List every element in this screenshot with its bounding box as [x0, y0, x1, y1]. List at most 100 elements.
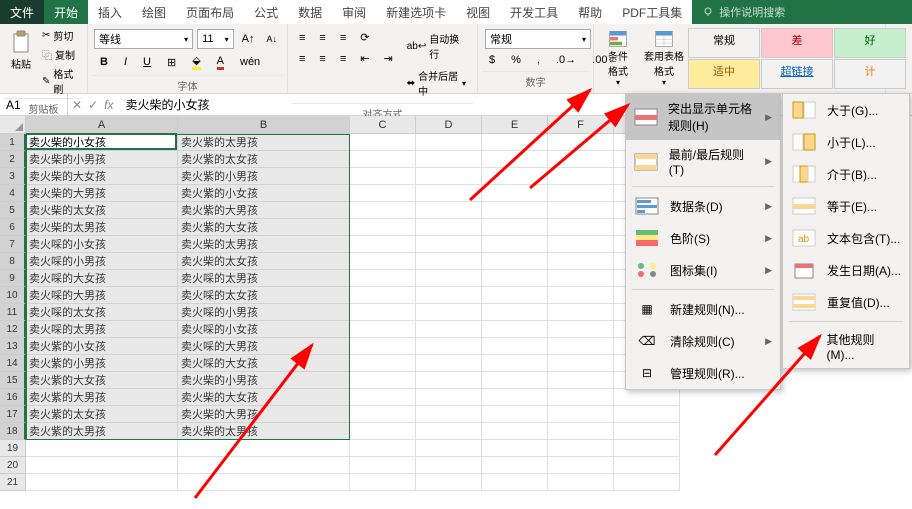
cell[interactable]	[416, 304, 482, 321]
cell[interactable]: 卖火柴的太男孩	[178, 236, 350, 253]
cell[interactable]	[548, 355, 614, 372]
cell[interactable]: 卖火啋的小男孩	[178, 304, 350, 321]
cell[interactable]	[482, 406, 548, 423]
cell[interactable]	[350, 355, 416, 372]
cell[interactable]	[482, 185, 548, 202]
cell[interactable]	[416, 168, 482, 185]
tab-data[interactable]: 数据	[288, 0, 332, 24]
cell[interactable]: 卖火啋的大女孩	[178, 355, 350, 372]
cell[interactable]	[614, 440, 680, 457]
column-header-A[interactable]: A	[26, 116, 178, 134]
row-header[interactable]: 20	[0, 457, 26, 474]
increase-font-button[interactable]: A↑	[238, 31, 259, 47]
underline-button[interactable]: U	[139, 54, 155, 70]
cell[interactable]	[178, 440, 350, 457]
insert-function-button[interactable]: fx	[104, 98, 113, 112]
format-as-table-button[interactable]: 套用表格格式▾	[638, 26, 690, 91]
cell[interactable]	[416, 287, 482, 304]
cell[interactable]	[350, 440, 416, 457]
phonetic-button[interactable]: wén	[236, 54, 264, 70]
bold-button[interactable]: B	[96, 54, 112, 70]
tab-review[interactable]: 审阅	[332, 0, 376, 24]
cell[interactable]: 卖火紫的太男孩	[178, 134, 350, 151]
menu-color-scales[interactable]: 色阶(S)▶	[626, 222, 780, 254]
tell-me-search[interactable]: 操作说明搜索	[692, 0, 912, 24]
cell[interactable]	[350, 151, 416, 168]
row-header[interactable]: 12	[0, 321, 26, 338]
cell[interactable]	[548, 321, 614, 338]
submenu-duplicate-values[interactable]: 重复值(D)...	[783, 286, 909, 318]
menu-data-bars[interactable]: 数据条(D)▶	[626, 190, 780, 222]
cell[interactable]	[350, 423, 416, 440]
row-header[interactable]: 9	[0, 270, 26, 287]
cell[interactable]: 卖火紫的太女孩	[178, 151, 350, 168]
cell[interactable]	[482, 474, 548, 491]
fill-color-button[interactable]: ⬙	[188, 52, 204, 72]
cell[interactable]	[482, 423, 548, 440]
style-bad[interactable]: 差	[761, 28, 833, 58]
cell[interactable]	[614, 423, 680, 440]
tab-formulas[interactable]: 公式	[244, 0, 288, 24]
row-header[interactable]: 14	[0, 355, 26, 372]
submenu-between[interactable]: 介于(B)...	[783, 158, 909, 190]
submenu-text-contains[interactable]: ab 文本包含(T)...	[783, 222, 909, 254]
row-header[interactable]: 4	[0, 185, 26, 202]
paste-button[interactable]: 粘贴	[4, 26, 38, 98]
wrap-text-button[interactable]: ab↩自动换行	[403, 29, 470, 63]
cell[interactable]	[26, 474, 178, 491]
cell[interactable]	[548, 202, 614, 219]
column-header-D[interactable]: D	[416, 116, 482, 134]
cut-button[interactable]: ✂剪切	[38, 26, 83, 45]
cell[interactable]	[416, 457, 482, 474]
cell[interactable]	[548, 474, 614, 491]
cell[interactable]	[482, 338, 548, 355]
accounting-format-button[interactable]: $	[485, 52, 499, 68]
cell[interactable]	[416, 372, 482, 389]
cell[interactable]	[482, 440, 548, 457]
cell[interactable]	[614, 389, 680, 406]
cell[interactable]	[482, 236, 548, 253]
cell[interactable]	[548, 287, 614, 304]
row-header[interactable]: 3	[0, 168, 26, 185]
tab-view[interactable]: 视图	[456, 0, 500, 24]
cell[interactable]	[350, 457, 416, 474]
name-box[interactable]: A1	[0, 94, 68, 115]
submenu-greater-than[interactable]: 大于(G)...	[783, 94, 909, 126]
cell[interactable]	[416, 440, 482, 457]
row-header[interactable]: 11	[0, 304, 26, 321]
orientation-button[interactable]: ⟳	[356, 29, 373, 46]
cell[interactable]	[416, 151, 482, 168]
number-format-select[interactable]: 常规▾	[485, 29, 591, 49]
align-top-button[interactable]: ≡	[295, 30, 309, 46]
cell[interactable]	[548, 236, 614, 253]
cell[interactable]	[350, 474, 416, 491]
cell[interactable]: 卖火紫的大男孩	[178, 202, 350, 219]
cell[interactable]: 卖火柴的太男孩	[178, 423, 350, 440]
cell[interactable]	[548, 372, 614, 389]
cell[interactable]	[482, 389, 548, 406]
cell[interactable]	[482, 321, 548, 338]
submenu-more-rules[interactable]: 其他规则(M)...	[783, 325, 909, 368]
column-header-C[interactable]: C	[350, 116, 416, 134]
submenu-date-occurring[interactable]: 发生日期(A)...	[783, 254, 909, 286]
increase-decimal-button[interactable]: .0→	[552, 52, 580, 68]
tab-insert[interactable]: 插入	[88, 0, 132, 24]
row-header[interactable]: 18	[0, 423, 26, 440]
cell[interactable]	[416, 321, 482, 338]
cell[interactable]: 卖火啋的大女孩	[26, 270, 178, 287]
cell[interactable]: 卖火啋的小男孩	[26, 253, 178, 270]
cell[interactable]	[548, 457, 614, 474]
cell[interactable]	[26, 440, 178, 457]
cell[interactable]: 卖火柴的小男孩	[26, 151, 178, 168]
cell[interactable]: 卖火柴的太女孩	[178, 253, 350, 270]
submenu-equal-to[interactable]: 等于(E)...	[783, 190, 909, 222]
cell[interactable]	[548, 440, 614, 457]
cell[interactable]	[416, 236, 482, 253]
border-button[interactable]: ⊞	[163, 54, 180, 71]
cell[interactable]: 卖火紫的太女孩	[26, 406, 178, 423]
cell[interactable]	[548, 270, 614, 287]
cell[interactable]: 卖火柴的大女孩	[26, 168, 178, 185]
cell[interactable]	[416, 253, 482, 270]
font-color-button[interactable]: A	[213, 53, 228, 72]
row-header[interactable]: 1	[0, 134, 26, 151]
